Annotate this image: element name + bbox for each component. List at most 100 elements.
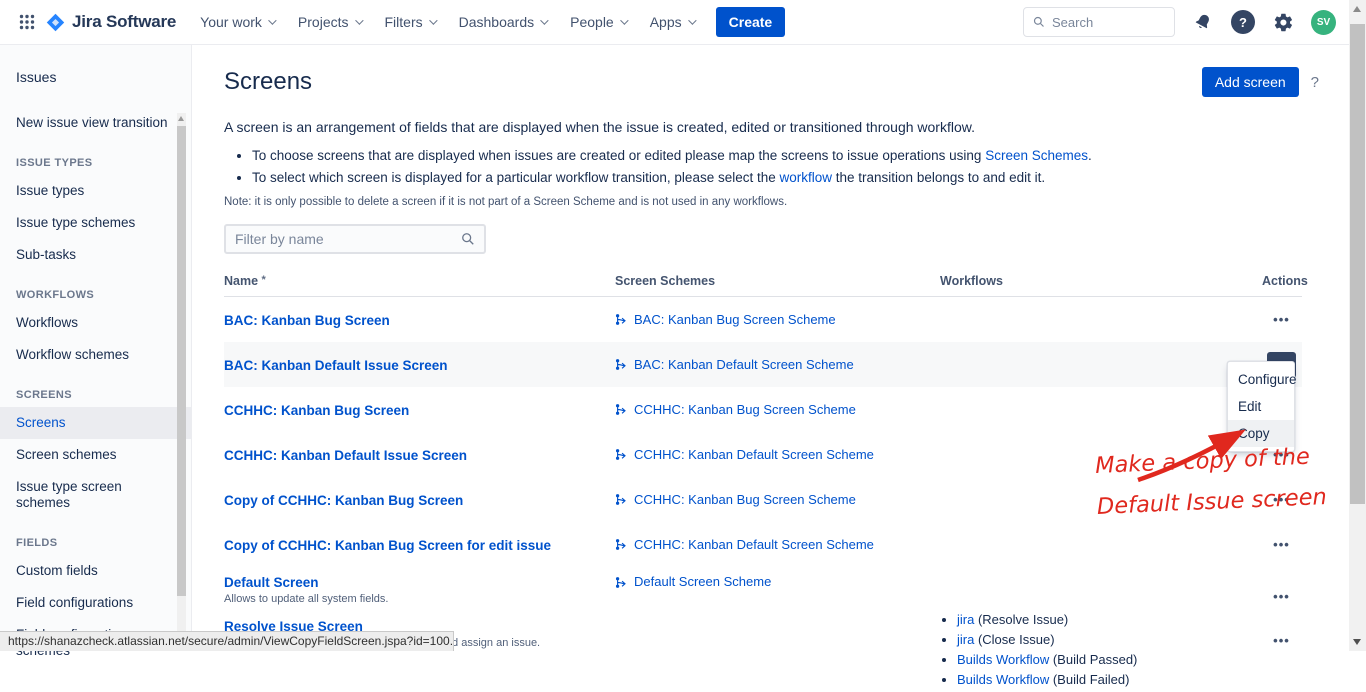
workflow-usage-item: jira (Close Issue) (957, 632, 1262, 647)
admin-sidebar: Issues New issue view transition ISSUE T… (0, 45, 192, 651)
screen-scheme-link[interactable]: BAC: Kanban Default Screen Scheme (634, 357, 854, 372)
sidebar-section-fields: FIELDS (0, 523, 191, 555)
global-search[interactable] (1023, 7, 1175, 37)
page-title: Screens (224, 68, 312, 96)
screen-name-link[interactable]: CCHHC: Kanban Bug Screen (224, 403, 409, 418)
chevron-down-icon (268, 16, 276, 24)
chevron-down-icon (355, 16, 363, 24)
more-actions-icon[interactable] (1267, 532, 1296, 558)
sidebar-item-workflow-schemes[interactable]: Workflow schemes (0, 339, 191, 371)
nav-filters[interactable]: Filters (385, 14, 435, 30)
screen-name-link[interactable]: Copy of CCHHC: Kanban Bug Screen for edi… (224, 538, 551, 553)
column-actions: Actions (1262, 274, 1310, 288)
scroll-up-icon[interactable] (1353, 6, 1361, 12)
more-actions-icon[interactable] (1267, 307, 1296, 333)
nav-your-work[interactable]: Your work (200, 14, 274, 30)
sidebar-section-screens: SCREENS (0, 375, 191, 407)
more-actions-icon[interactable] (1267, 627, 1296, 653)
sidebar-item-screens[interactable]: Screens (0, 407, 191, 439)
sidebar-item-sub-tasks[interactable]: Sub-tasks (0, 239, 191, 271)
screen-scheme-link[interactable]: Default Screen Scheme (634, 574, 771, 589)
sidebar-item-issue-types[interactable]: Issue types (0, 175, 191, 207)
scheme-icon (615, 538, 628, 551)
screen-name-link[interactable]: BAC: Kanban Bug Screen (224, 313, 390, 328)
scrollbar-thumb[interactable] (1350, 24, 1365, 504)
chevron-down-icon (429, 16, 437, 24)
workflow-name-link[interactable]: jira (957, 612, 974, 627)
add-screen-button[interactable]: Add screen (1202, 67, 1299, 97)
scroll-up-icon[interactable] (178, 116, 184, 121)
screen-name-link[interactable]: Default Screen (224, 575, 319, 590)
screen-name-link[interactable]: BAC: Kanban Default Issue Screen (224, 358, 448, 373)
scheme-icon (615, 403, 628, 416)
sidebar-item-field-configurations[interactable]: Field configurations (0, 587, 191, 619)
workflow-name-link[interactable]: jira (957, 632, 974, 647)
search-icon (1033, 15, 1045, 29)
screen-name-link[interactable]: Copy of CCHHC: Kanban Bug Screen (224, 493, 463, 508)
scheme-icon (615, 576, 628, 589)
create-button[interactable]: Create (716, 7, 786, 37)
screen-scheme-link[interactable]: CCHHC: Kanban Bug Screen Scheme (634, 492, 856, 507)
sidebar-item-issue-type-screen-schemes[interactable]: Issue type screen schemes (0, 471, 191, 519)
annotation-arrow-icon (1130, 418, 1260, 488)
sidebar-item-screen-schemes[interactable]: Screen schemes (0, 439, 191, 471)
help-icon[interactable]: ? (1231, 10, 1255, 34)
nav-dashboards[interactable]: Dashboards (459, 14, 547, 30)
scheme-icon (615, 493, 628, 506)
sidebar-section-issue-types: ISSUE TYPES (0, 143, 191, 175)
sidebar-title: Issues (0, 69, 191, 85)
scheme-icon (615, 358, 628, 371)
screen-schemes-link[interactable]: Screen Schemes (985, 148, 1088, 163)
search-input[interactable] (1052, 15, 1165, 30)
intro-text: A screen is an arrangement of fields tha… (224, 119, 1319, 135)
bullet-screen-schemes: To choose screens that are displayed whe… (252, 148, 1319, 163)
nav-projects[interactable]: Projects (298, 14, 361, 30)
table-header: Name * Screen Schemes Workflows Actions (224, 274, 1302, 297)
page-help-icon[interactable]: ? (1311, 74, 1319, 91)
chevron-down-icon (688, 16, 696, 24)
app-switcher-icon[interactable] (14, 9, 40, 35)
screen-scheme-link[interactable]: CCHHC: Kanban Default Screen Scheme (634, 447, 874, 462)
sidebar-section-workflows: WORKFLOWS (0, 275, 191, 307)
column-screen-schemes: Screen Schemes (615, 274, 940, 288)
workflow-name-link[interactable]: Builds Workflow (957, 652, 1049, 667)
filter-box (224, 224, 486, 254)
filter-by-name-input[interactable] (235, 231, 461, 247)
screen-scheme-link[interactable]: CCHHC: Kanban Default Screen Scheme (634, 537, 874, 552)
workflow-usage-list: jira (Resolve Issue) jira (Close Issue) … (957, 612, 1262, 687)
sidebar-item-new-issue-view-transition[interactable]: New issue view transition (0, 107, 191, 139)
sidebar-item-issue-type-schemes[interactable]: Issue type schemes (0, 207, 191, 239)
nav-people[interactable]: People (570, 14, 626, 30)
more-actions-icon[interactable] (1267, 583, 1296, 609)
notifications-bell-icon[interactable] (1190, 9, 1216, 35)
menu-item-configure[interactable]: Configure (1228, 366, 1294, 393)
workflow-link[interactable]: workflow (780, 170, 833, 185)
table-row: BAC: Kanban Bug Screen BAC: Kanban Bug S… (224, 297, 1302, 342)
menu-item-edit[interactable]: Edit (1228, 393, 1294, 420)
table-row: Default Screen Allows to update all syst… (224, 567, 1302, 611)
scroll-down-icon[interactable] (1353, 639, 1361, 645)
product-name: Jira Software (72, 12, 176, 32)
settings-gear-icon[interactable] (1270, 9, 1296, 35)
table-row: Copy of CCHHC: Kanban Bug Screen for edi… (224, 522, 1302, 567)
workflow-usage-item: Builds Workflow (Build Failed) (957, 672, 1262, 687)
scheme-icon (615, 448, 628, 461)
scrollbar-thumb[interactable] (177, 126, 186, 596)
user-avatar[interactable]: SV (1311, 10, 1336, 35)
chevron-down-icon (620, 16, 628, 24)
page-scrollbar[interactable] (1349, 0, 1366, 651)
workflow-usage-item: jira (Resolve Issue) (957, 612, 1262, 627)
table-row: Resolve Issue Screen Allows to set resol… (224, 611, 1302, 692)
workflow-name-link[interactable]: Builds Workflow (957, 672, 1049, 687)
sidebar-item-custom-fields[interactable]: Custom fields (0, 555, 191, 587)
jira-diamond-icon (46, 13, 65, 32)
screen-name-link[interactable]: CCHHC: Kanban Default Issue Screen (224, 448, 467, 463)
nav-apps[interactable]: Apps (650, 14, 694, 30)
column-name[interactable]: Name * (224, 274, 615, 288)
search-icon (461, 232, 475, 246)
screen-scheme-link[interactable]: CCHHC: Kanban Bug Screen Scheme (634, 402, 856, 417)
sidebar-scrollbar[interactable] (177, 113, 186, 633)
sidebar-item-workflows[interactable]: Workflows (0, 307, 191, 339)
jira-logo[interactable]: Jira Software (46, 12, 176, 32)
screen-scheme-link[interactable]: BAC: Kanban Bug Screen Scheme (634, 312, 836, 327)
